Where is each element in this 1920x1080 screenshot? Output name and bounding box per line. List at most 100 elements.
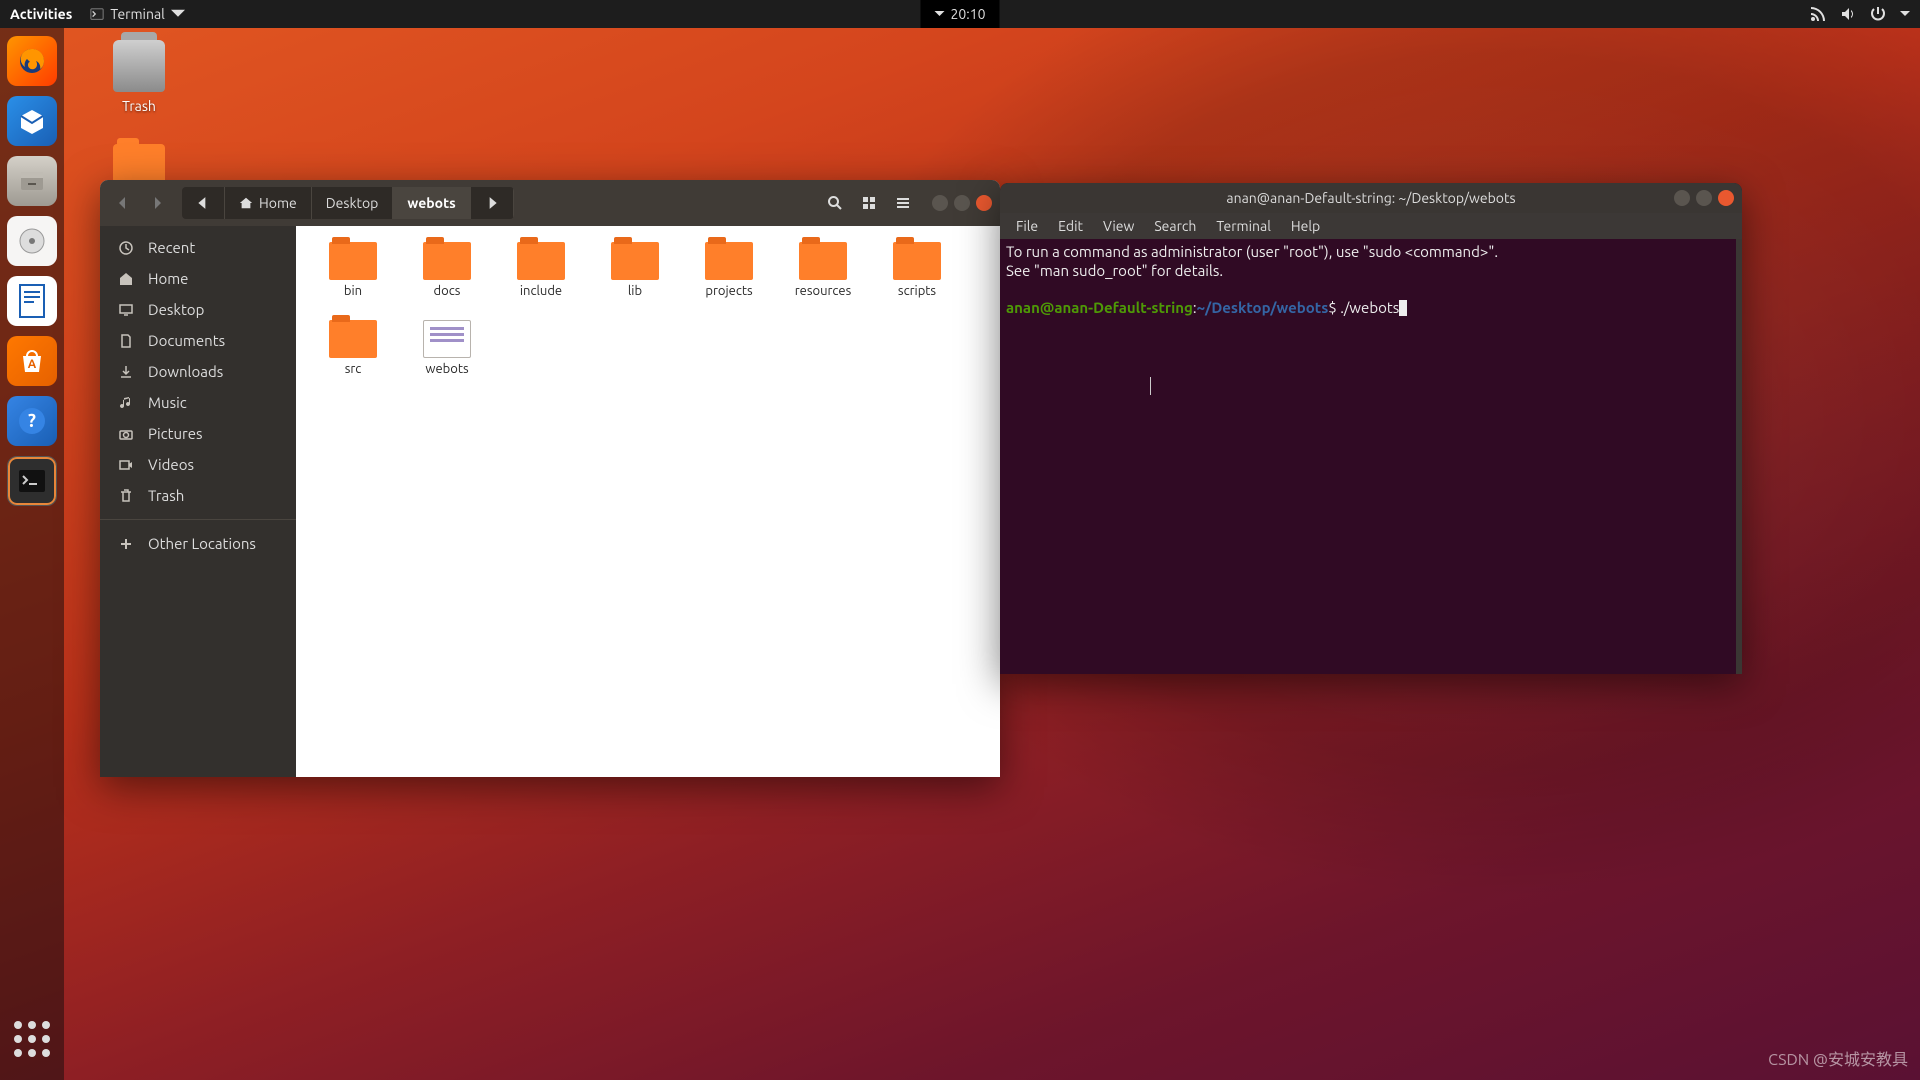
power-icon[interactable] bbox=[1870, 6, 1886, 22]
help-icon: ? bbox=[17, 406, 47, 436]
dock-writer[interactable] bbox=[7, 276, 57, 326]
files-content-area[interactable]: bindocsincludelibprojectsresourcesscript… bbox=[296, 226, 1000, 777]
terminal-output-line: To run a command as administrator (user … bbox=[1006, 243, 1498, 260]
clock[interactable]: 20:10 bbox=[920, 0, 999, 28]
close-button[interactable] bbox=[1718, 190, 1734, 206]
activities-button[interactable]: Activities bbox=[10, 6, 72, 22]
clock-icon bbox=[118, 240, 134, 256]
dock-files[interactable] bbox=[7, 156, 57, 206]
dock: A ? bbox=[0, 28, 64, 1080]
trash-icon bbox=[118, 488, 134, 504]
dock-thunderbird[interactable] bbox=[7, 96, 57, 146]
search-icon bbox=[827, 195, 843, 211]
files-header-bar: Home Desktop webots bbox=[100, 180, 1000, 226]
back-button[interactable] bbox=[108, 188, 138, 218]
close-button[interactable] bbox=[976, 195, 992, 211]
menu-terminal[interactable]: Terminal bbox=[1206, 216, 1281, 236]
network-icon[interactable] bbox=[1810, 6, 1826, 22]
file-item-bin[interactable]: bin bbox=[306, 240, 400, 318]
hamburger-icon bbox=[895, 195, 911, 211]
path-desktop[interactable]: Desktop bbox=[312, 187, 394, 219]
desktop-icon-label: Trash bbox=[96, 98, 182, 114]
hamburger-button[interactable] bbox=[888, 188, 918, 218]
folder-icon bbox=[423, 242, 471, 280]
chevron-down-icon bbox=[171, 7, 185, 21]
sidebar-item-trash[interactable]: Trash bbox=[100, 480, 296, 511]
files-window: Home Desktop webots Recent Home Desktop … bbox=[100, 180, 1000, 777]
terminal-menu-bar: File Edit View Search Terminal Help bbox=[1000, 213, 1742, 239]
path-forward-button[interactable] bbox=[471, 187, 514, 219]
prompt-path: ~/Desktop/webots bbox=[1197, 299, 1329, 316]
sidebar-item-home[interactable]: Home bbox=[100, 263, 296, 294]
minimize-button[interactable] bbox=[932, 195, 948, 211]
sidebar-item-documents[interactable]: Documents bbox=[100, 325, 296, 356]
file-item-label: scripts bbox=[870, 284, 964, 298]
desktop-trash-icon[interactable]: Trash bbox=[96, 40, 182, 114]
sidebar-item-downloads[interactable]: Downloads bbox=[100, 356, 296, 387]
sidebar-item-videos[interactable]: Videos bbox=[100, 449, 296, 480]
path-home[interactable]: Home bbox=[225, 187, 312, 219]
sidebar-item-label: Trash bbox=[148, 487, 184, 504]
menu-view[interactable]: View bbox=[1093, 216, 1144, 236]
path-seg-label: webots bbox=[407, 195, 455, 211]
file-item-docs[interactable]: docs bbox=[400, 240, 494, 318]
cursor-icon bbox=[1399, 300, 1407, 316]
dock-software[interactable]: A bbox=[7, 336, 57, 386]
sidebar-item-desktop[interactable]: Desktop bbox=[100, 294, 296, 325]
sidebar-item-label: Downloads bbox=[148, 363, 223, 380]
sidebar-item-label: Recent bbox=[148, 239, 195, 256]
volume-icon[interactable] bbox=[1840, 6, 1856, 22]
maximize-button[interactable] bbox=[1696, 190, 1712, 206]
terminal-title-bar[interactable]: anan@anan-Default-string: ~/Desktop/webo… bbox=[1000, 183, 1742, 213]
thunderbird-icon bbox=[15, 104, 49, 138]
plus-icon bbox=[118, 536, 134, 552]
top-bar: Activities Terminal 20:10 bbox=[0, 0, 1920, 28]
file-item-webots[interactable]: webots bbox=[400, 318, 494, 396]
minimize-button[interactable] bbox=[1674, 190, 1690, 206]
chevron-down-icon bbox=[1900, 11, 1910, 17]
file-item-label: projects bbox=[682, 284, 776, 298]
dock-help[interactable]: ? bbox=[7, 396, 57, 446]
file-item-src[interactable]: src bbox=[306, 318, 400, 396]
dock-rhythmbox[interactable] bbox=[7, 216, 57, 266]
file-item-resources[interactable]: resources bbox=[776, 240, 870, 318]
sidebar-item-music[interactable]: Music bbox=[100, 387, 296, 418]
file-item-label: docs bbox=[400, 284, 494, 298]
chevron-left-icon bbox=[115, 195, 131, 211]
chevron-right-icon bbox=[149, 195, 165, 211]
menu-edit[interactable]: Edit bbox=[1048, 216, 1093, 236]
path-webots[interactable]: webots bbox=[393, 187, 470, 219]
menu-search[interactable]: Search bbox=[1144, 216, 1206, 236]
path-back-button[interactable] bbox=[182, 187, 225, 219]
search-button[interactable] bbox=[820, 188, 850, 218]
file-item-include[interactable]: include bbox=[494, 240, 588, 318]
sidebar-item-recent[interactable]: Recent bbox=[100, 232, 296, 263]
folder-icon bbox=[705, 242, 753, 280]
desktop-icon bbox=[118, 302, 134, 318]
terminal-body[interactable]: To run a command as administrator (user … bbox=[1000, 239, 1742, 674]
forward-button[interactable] bbox=[142, 188, 172, 218]
prompt-user: anan@anan-Default-string bbox=[1006, 299, 1193, 316]
terminal-icon bbox=[17, 468, 47, 494]
menu-help[interactable]: Help bbox=[1281, 216, 1330, 236]
file-item-label: webots bbox=[400, 362, 494, 376]
sidebar-item-label: Videos bbox=[148, 456, 194, 473]
show-applications-button[interactable] bbox=[7, 1014, 57, 1064]
app-menu[interactable]: Terminal bbox=[90, 6, 185, 22]
music-icon bbox=[118, 395, 134, 411]
watermark: CSDN @安城安教具 bbox=[1768, 1046, 1908, 1070]
menu-file[interactable]: File bbox=[1006, 216, 1048, 236]
dock-terminal[interactable] bbox=[7, 456, 57, 506]
maximize-button[interactable] bbox=[954, 195, 970, 211]
view-toggle-button[interactable] bbox=[854, 188, 884, 218]
prompt-dollar: $ bbox=[1328, 299, 1340, 316]
sidebar-item-other-locations[interactable]: Other Locations bbox=[100, 528, 296, 559]
file-item-scripts[interactable]: scripts bbox=[870, 240, 964, 318]
sidebar-item-pictures[interactable]: Pictures bbox=[100, 418, 296, 449]
file-item-lib[interactable]: lib bbox=[588, 240, 682, 318]
text-cursor-icon bbox=[1150, 377, 1151, 395]
video-icon bbox=[118, 457, 134, 473]
sidebar-item-label: Desktop bbox=[148, 301, 204, 318]
dock-firefox[interactable] bbox=[7, 36, 57, 86]
file-item-projects[interactable]: projects bbox=[682, 240, 776, 318]
